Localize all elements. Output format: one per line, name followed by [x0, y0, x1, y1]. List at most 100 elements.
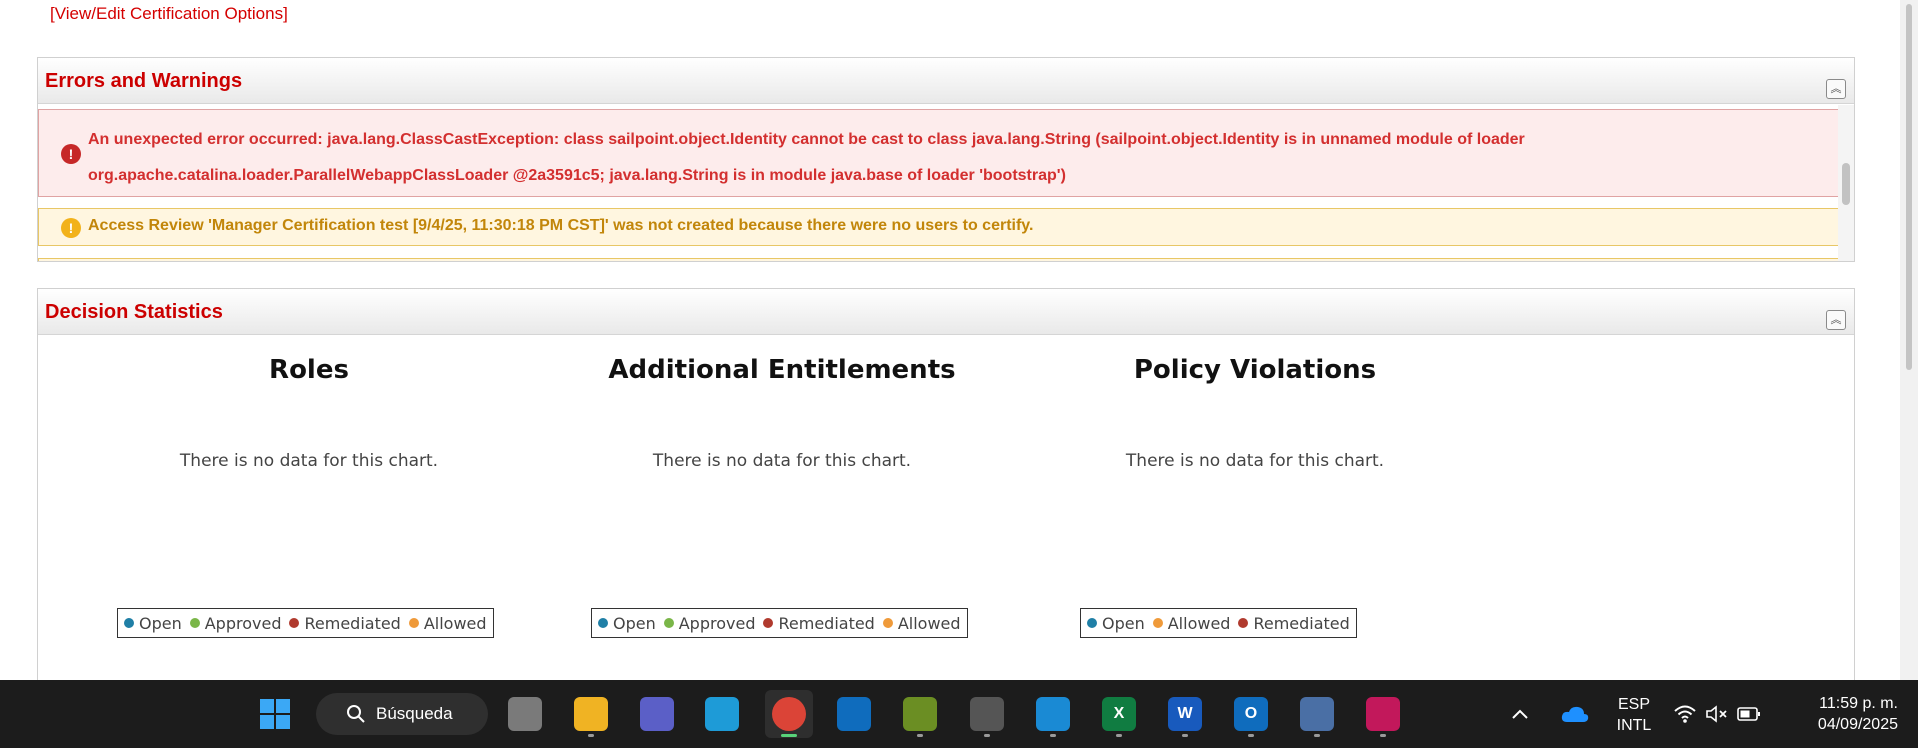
network-tool-icon	[1300, 697, 1334, 731]
running-indicator	[1116, 734, 1122, 737]
word-taskbar-button[interactable]: W	[1161, 690, 1209, 738]
excel-taskbar-button[interactable]: X	[1095, 690, 1143, 738]
chrome-taskbar-button[interactable]	[765, 690, 813, 738]
legend-item-open: Open	[124, 614, 182, 633]
legend-item-approved: Approved	[189, 614, 281, 633]
settings-app-icon	[970, 697, 1004, 731]
chart-legend: Open Approved Remediated Allowed	[117, 608, 494, 638]
file-explorer-icon	[574, 697, 608, 731]
legend-item-open: Open	[598, 614, 656, 633]
warning-message-text: Access Review 'Manager Certification tes…	[88, 217, 1034, 234]
legend-dot-icon	[189, 618, 200, 628]
battery-icon	[1737, 707, 1760, 721]
excel-icon: X	[1102, 697, 1136, 731]
legend-label: Open	[1102, 613, 1145, 633]
clock[interactable]: 11:59 p. m. 04/09/2025	[1778, 693, 1898, 735]
errors-panel-scrollbar[interactable]	[1838, 105, 1854, 261]
settings-app-taskbar-button[interactable]	[963, 690, 1011, 738]
warning-message: ! Access Review 'Manager Certification t…	[38, 208, 1839, 246]
chart-empty-text: There is no data for this chart.	[179, 451, 439, 471]
legend-label: Remediated	[304, 613, 401, 633]
task-view-taskbar-button[interactable]	[501, 690, 549, 738]
search-icon	[347, 705, 365, 723]
legend-label: Allowed	[423, 613, 487, 633]
error-message: ! An unexpected error occurred: java.lan…	[38, 109, 1839, 197]
page-scrollbar[interactable]	[1900, 0, 1918, 680]
edge-taskbar-button[interactable]	[698, 690, 746, 738]
network-tool-taskbar-button[interactable]	[1293, 690, 1341, 738]
additional-entitlements-chart: Additional Entitlements There is no data…	[567, 345, 997, 645]
wifi-icon	[1674, 705, 1696, 723]
error-message-text: An unexpected error occurred: java.lang.…	[88, 131, 1525, 184]
input-language-indicator[interactable]: ESP INTL	[1612, 694, 1656, 736]
chart-empty-text: There is no data for this chart.	[1125, 451, 1385, 471]
legend-dot-icon	[882, 618, 893, 628]
onedrive-cloud-icon	[1561, 706, 1589, 722]
chart-title: Roles	[269, 355, 349, 385]
legend-item-allowed: Allowed	[408, 613, 487, 633]
onedrive-button[interactable]	[1553, 690, 1597, 738]
chevron-up-icon	[1512, 709, 1528, 719]
running-indicator	[781, 734, 797, 737]
quick-settings-button[interactable]	[1667, 690, 1767, 738]
outlook-icon	[837, 697, 871, 731]
legend-label: Allowed	[1167, 613, 1231, 633]
running-indicator	[588, 734, 594, 737]
legend-label: Open	[613, 613, 656, 633]
edge-icon	[705, 697, 739, 731]
taskbar-search[interactable]: Búsqueda	[316, 693, 488, 735]
legend-item-allowed: Allowed	[1152, 613, 1231, 633]
errors-and-warnings-panel: Errors and Warnings ︽ ! An unexpected er…	[37, 57, 1855, 262]
windows-taskbar: Búsqueda XWO ESP INTL 11:59 p. m. 04/09/…	[0, 680, 1918, 748]
legend-dot-icon	[1087, 618, 1097, 628]
legend-item-open: Open	[1087, 614, 1145, 633]
decision-statistics-panel: Decision Statistics ︽ Roles There is no …	[37, 288, 1855, 680]
language-code: ESP	[1617, 696, 1650, 713]
legend-dot-icon	[408, 618, 419, 628]
chart-legend: Open Allowed Remediated	[1080, 608, 1357, 638]
keyboard-layout: INTL	[1616, 717, 1652, 734]
page-scrollbar-thumb[interactable]	[1906, 4, 1912, 370]
outlook-new-taskbar-button[interactable]: O	[1227, 690, 1275, 738]
legend-label: Remediated	[1253, 613, 1350, 633]
legend-dot-icon	[289, 618, 300, 628]
outlook-new-icon: O	[1234, 697, 1268, 731]
running-indicator	[1314, 734, 1320, 737]
notepad-taskbar-button[interactable]	[896, 690, 944, 738]
legend-dot-icon	[663, 618, 674, 628]
teams-icon	[640, 697, 674, 731]
file-explorer-taskbar-button[interactable]	[567, 690, 615, 738]
decision-panel-title: Decision Statistics	[45, 301, 223, 323]
legend-label: Remediated	[778, 613, 875, 633]
chrome-icon	[772, 697, 806, 731]
running-indicator	[917, 734, 923, 737]
snipping-tool-taskbar-button[interactable]	[1359, 690, 1407, 738]
legend-item-remediated: Remediated	[763, 613, 875, 633]
view-edit-certification-options-link[interactable]: [View/Edit Certification Options]	[50, 4, 288, 24]
errors-scrollbar-thumb[interactable]	[1842, 163, 1850, 205]
outlook-taskbar-button[interactable]	[830, 690, 878, 738]
teams-taskbar-button[interactable]	[633, 690, 681, 738]
legend-item-approved: Approved	[663, 613, 756, 633]
legend-dot-icon	[124, 618, 134, 628]
vscode-taskbar-button[interactable]	[1029, 690, 1077, 738]
word-icon: W	[1168, 697, 1202, 731]
running-indicator	[1050, 734, 1056, 737]
legend-dot-icon	[763, 618, 774, 628]
running-indicator	[984, 734, 990, 737]
legend-item-remediated: Remediated	[1238, 613, 1350, 633]
collapse-decision-button[interactable]: ︽	[1826, 310, 1846, 330]
legend-label: Approved	[678, 613, 756, 633]
roles-chart: Roles There is no data for this chart. O…	[94, 345, 524, 645]
windows-start-icon	[260, 699, 290, 729]
error-icon: !	[61, 144, 81, 164]
legend-item-remediated: Remediated	[289, 613, 401, 633]
show-hidden-icons-button[interactable]	[1502, 690, 1538, 738]
errors-panel-body: ! An unexpected error occurred: java.lan…	[38, 105, 1854, 261]
chart-title: Policy Violations	[1133, 355, 1377, 385]
legend-item-allowed: Allowed	[882, 614, 961, 633]
start-button[interactable]	[251, 690, 299, 738]
warning-message-partial	[38, 258, 1839, 261]
collapse-errors-button[interactable]: ︽	[1826, 79, 1846, 99]
legend-dot-icon	[1152, 618, 1163, 628]
